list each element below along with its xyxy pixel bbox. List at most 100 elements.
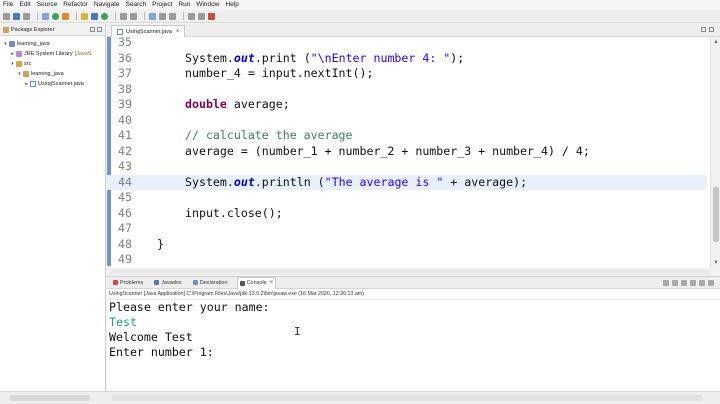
tab-declaration[interactable]: Declaration: [191, 277, 230, 289]
new-class-icon[interactable]: [101, 12, 108, 20]
clear-console-icon[interactable]: [681, 280, 687, 286]
tab-label: Declaration: [199, 279, 228, 286]
console-line: Enter number 1:: [109, 345, 214, 359]
scrollbar-track[interactable]: [110, 269, 710, 275]
toggle-mark-icon[interactable]: [149, 12, 156, 20]
line-number: 40: [118, 112, 132, 127]
console-icon: [239, 280, 245, 286]
console-tab-bar: Problems Javadoc Declaration Console ×: [107, 276, 720, 289]
menu-bar: File Edit Source Refactor Navigate Search Proj…: [0, 0, 720, 10]
menu-search[interactable]: Search: [126, 0, 147, 10]
search-icon[interactable]: [130, 12, 137, 20]
new-java-project-icon[interactable]: [81, 12, 88, 20]
open-console-icon[interactable]: [708, 280, 714, 286]
tree-item-label: learning_java: [17, 41, 50, 47]
code-line[interactable]: 35: [107, 35, 707, 51]
tree-item[interactable]: ▾ learning_java: [0, 69, 105, 79]
console-horizontal-scrollbar[interactable]: [112, 395, 702, 401]
chevron-down-icon[interactable]: ▾: [10, 61, 15, 67]
code-line[interactable]: 36 System.out.print ("\nEnter number 4: "…: [107, 51, 707, 67]
maximize-icon[interactable]: [97, 27, 102, 32]
code-line[interactable]: 40: [107, 113, 707, 129]
status-bar: [0, 391, 720, 404]
line-number: 48: [118, 236, 132, 251]
forward-icon[interactable]: [198, 12, 205, 20]
tree-item-suffix: [JavaS: [74, 51, 92, 57]
chevron-down-icon[interactable]: ▾: [3, 41, 8, 47]
menu-help[interactable]: Help: [225, 0, 238, 10]
tree-item[interactable]: ▾ learning_java: [0, 39, 105, 49]
explorer-horizontal-scrollbar[interactable]: [10, 395, 90, 401]
editor-horizontal-scrollbar[interactable]: [107, 268, 720, 276]
tab-console[interactable]: Console ×: [236, 276, 277, 289]
code-line[interactable]: 46 input.close();: [107, 206, 707, 222]
menu-navigate[interactable]: Navigate: [94, 0, 120, 10]
code-line[interactable]: 45: [107, 190, 707, 206]
menu-refactor[interactable]: Refactor: [63, 0, 88, 10]
menu-run[interactable]: Run: [178, 0, 190, 10]
back-icon[interactable]: [188, 12, 195, 20]
scroll-down-icon[interactable]: ▼: [712, 259, 720, 267]
chevron-right-icon[interactable]: ▸: [10, 51, 15, 57]
package-explorer-tab[interactable]: Package Explorer: [0, 24, 105, 36]
close-icon[interactable]: ×: [176, 29, 180, 35]
open-type-icon[interactable]: [120, 12, 127, 20]
tab-javadoc[interactable]: Javadoc: [152, 277, 184, 289]
tree-item-label: learning_java: [31, 71, 64, 77]
package-explorer-panel: Package Explorer ▾ learning_java ▸ JRE Syst…: [0, 24, 106, 391]
chevron-down-icon[interactable]: ▾: [17, 71, 22, 77]
remove-launch-icon[interactable]: [672, 280, 678, 286]
scroll-up-icon[interactable]: ▲: [712, 38, 720, 46]
editor-vertical-scrollbar[interactable]: ▲ ▼: [710, 37, 720, 268]
minimize-icon[interactable]: [701, 27, 706, 32]
code-line[interactable]: 47: [107, 221, 707, 237]
code-text: double average;: [185, 97, 290, 111]
tree-item[interactable]: ▸ JRE System Library [JavaS: [0, 49, 105, 59]
menu-source[interactable]: Source: [37, 0, 58, 10]
code-text: number_4 = input.nextInt();: [185, 66, 374, 80]
menu-edit[interactable]: Edit: [19, 0, 30, 10]
line-number: 41: [118, 128, 132, 142]
code-line[interactable]: 37 number_4 = input.nextInt();: [107, 66, 707, 82]
code-line[interactable]: 43: [107, 159, 707, 175]
new-package-icon[interactable]: [91, 12, 98, 20]
code-text: input.close();: [185, 205, 283, 220]
previous-annotation-icon[interactable]: [169, 12, 176, 20]
problems-icon: [113, 280, 118, 285]
close-icon[interactable]: ×: [270, 280, 274, 286]
project-icon: [9, 41, 15, 47]
code-line[interactable]: 41 // calculate the average: [107, 128, 707, 144]
tab-problems[interactable]: Problems: [111, 277, 145, 289]
next-annotation-icon[interactable]: [159, 12, 166, 20]
last-edit-icon[interactable]: [208, 12, 215, 20]
code-line[interactable]: 42 average = (number_1 + number_2 + numbe…: [107, 144, 707, 160]
chevron-right-icon[interactable]: ▸: [24, 81, 29, 87]
run-icon[interactable]: [52, 12, 59, 20]
text-cursor-icon: I: [294, 325, 301, 338]
new-icon[interactable]: [3, 12, 10, 20]
java-file-icon: [117, 28, 123, 35]
pin-console-icon[interactable]: [699, 280, 705, 286]
external-tools-icon[interactable]: [62, 12, 69, 20]
menu-window[interactable]: Window: [196, 0, 219, 10]
maximize-icon[interactable]: [709, 27, 714, 32]
tree-item[interactable]: ▾ src: [0, 59, 105, 69]
tree-item[interactable]: ▸ UsingScanner.java: [0, 79, 105, 89]
minimize-icon[interactable]: [90, 27, 95, 32]
console-output[interactable]: Please enter your name: Test Welcome Test E…: [107, 300, 720, 360]
code-line[interactable]: 39 double average;: [107, 97, 707, 113]
code-line[interactable]: 49: [107, 252, 707, 268]
menu-project[interactable]: Project: [152, 0, 172, 10]
code-line[interactable]: 38: [107, 82, 707, 98]
scrollbar-thumb[interactable]: [713, 187, 719, 242]
line-number: 47: [118, 221, 132, 235]
save-icon[interactable]: [13, 12, 20, 20]
code-line[interactable]: 44 System.out.println ("The average is " …: [107, 174, 707, 190]
print-icon[interactable]: [23, 12, 30, 20]
terminate-icon[interactable]: [663, 280, 669, 286]
debug-icon[interactable]: [42, 12, 49, 20]
code-area[interactable]: 35 36 System.out.print ("\nEnter number 4:…: [107, 35, 720, 268]
code-line[interactable]: 48}: [107, 237, 707, 253]
scroll-lock-icon[interactable]: [690, 280, 696, 286]
menu-file[interactable]: File: [3, 0, 13, 10]
